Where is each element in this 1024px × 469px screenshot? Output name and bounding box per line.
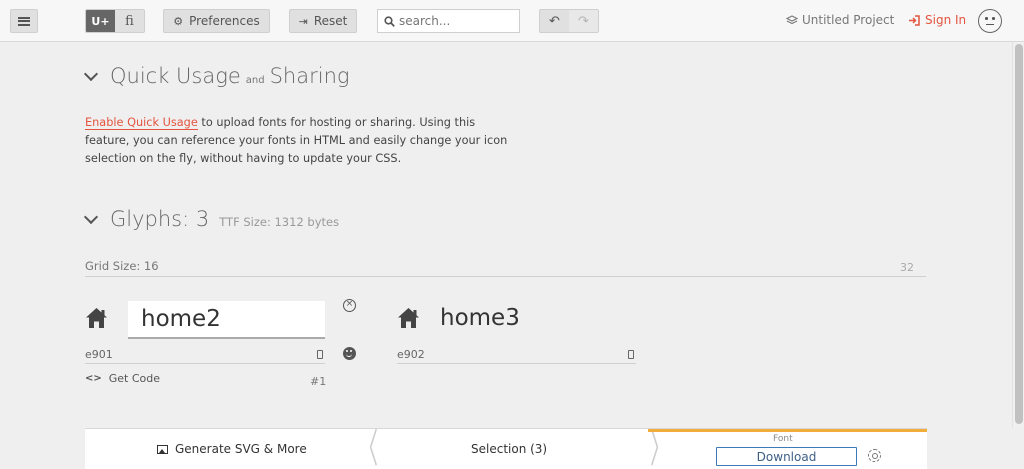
quick-usage-section-header[interactable]: Quick Usage and Sharing — [83, 64, 350, 88]
project-name: Untitled Project — [802, 13, 895, 27]
generate-svg-button[interactable]: Generate SVG & More — [157, 442, 307, 456]
search-icon — [384, 15, 395, 27]
copy-icon[interactable] — [628, 350, 634, 359]
download-button[interactable]: Download — [716, 447, 857, 466]
quick-usage-title-and: and — [245, 75, 265, 86]
redo-button[interactable]: ↷ — [569, 10, 598, 32]
undo-icon: ↶ — [549, 13, 560, 29]
quick-usage-title: Quick Usage — [110, 64, 241, 88]
glyph-name-input[interactable] — [128, 301, 325, 339]
user-avatar-icon[interactable] — [978, 9, 1002, 33]
history-controls: ↶ ↷ — [539, 9, 599, 33]
ligature-toggle-button[interactable]: fi — [115, 10, 144, 32]
glyph-code-row: e901 — [85, 346, 325, 364]
grid-size-max: 32 — [900, 261, 914, 274]
signin-link[interactable]: Sign In — [908, 13, 966, 27]
chevron-down-icon — [83, 209, 99, 225]
home-icon[interactable] — [85, 307, 108, 329]
hamburger-icon — [18, 16, 30, 26]
font-label: Font — [773, 434, 793, 444]
close-icon[interactable]: × — [343, 299, 356, 312]
main-menu-button[interactable] — [10, 9, 38, 33]
undo-button[interactable]: ↶ — [540, 10, 569, 32]
signin-label: Sign In — [925, 13, 967, 27]
glyph-name[interactable]: home3 — [440, 305, 520, 331]
gear-icon[interactable] — [868, 449, 881, 462]
signin-icon — [909, 14, 920, 26]
generate-label: Generate SVG & More — [175, 442, 307, 456]
search-box — [377, 9, 520, 33]
glyphs-title: Glyphs: 3 — [110, 207, 210, 231]
vertical-scrollbar[interactable] — [1012, 42, 1024, 428]
unicode-toggle-button[interactable]: U+ — [86, 10, 115, 32]
top-toolbar: U+ fi ⚙ Preferences ⇥ Reset ↶ ↷ Untitled… — [0, 0, 1024, 42]
project-selector[interactable]: Untitled Project — [786, 13, 894, 27]
grid-size-slider[interactable]: Grid Size: 16 32 — [85, 259, 926, 277]
glyph-code: e901 — [85, 348, 113, 361]
smiley-icon[interactable] — [343, 347, 356, 360]
sharing-title: Sharing — [269, 64, 350, 88]
glyph-code: e902 — [397, 348, 425, 361]
tab-separator-icon: 〈 — [358, 426, 378, 469]
glyphs-section-header[interactable]: Glyphs: 3 TTF Size: 1312 bytes — [83, 207, 340, 231]
glyph-display-toggle: U+ fi — [85, 9, 145, 33]
layers-icon — [786, 14, 798, 24]
chevron-down-icon — [83, 66, 99, 82]
image-icon — [157, 444, 168, 454]
grid-size-label: Grid Size: 16 — [85, 259, 159, 273]
reset-label: Reset — [313, 14, 348, 28]
code-icon: <> — [85, 373, 102, 384]
get-code-button[interactable]: <> Get Code — [85, 372, 160, 385]
get-code-label: Get Code — [108, 372, 161, 385]
gear-icon: ⚙ — [173, 14, 184, 28]
copy-icon[interactable] — [317, 350, 323, 359]
redo-icon: ↷ — [578, 13, 589, 29]
selection-tab[interactable]: Selection (3) — [471, 442, 547, 456]
search-input[interactable] — [399, 14, 509, 28]
glyph-index: #1 — [310, 375, 327, 388]
quick-usage-description: Enable Quick Usage to upload fonts for h… — [85, 114, 515, 168]
reset-icon: ⇥ — [298, 14, 308, 28]
ttf-size: TTF Size: 1312 bytes — [219, 215, 340, 229]
enable-quick-usage-link[interactable]: Enable Quick Usage — [85, 116, 198, 130]
reset-button[interactable]: ⇥ Reset — [289, 9, 357, 33]
glyph-code-row: e902 — [397, 346, 636, 364]
scrollbar-thumb[interactable] — [1015, 44, 1023, 424]
preferences-label: Preferences — [189, 14, 260, 28]
bottom-bar: Generate SVG & More 〈 Selection (3) 〉 Fo… — [85, 428, 927, 469]
preferences-button[interactable]: ⚙ Preferences — [163, 9, 270, 33]
home-icon[interactable] — [397, 307, 420, 329]
font-tab: Font Download — [648, 429, 927, 469]
